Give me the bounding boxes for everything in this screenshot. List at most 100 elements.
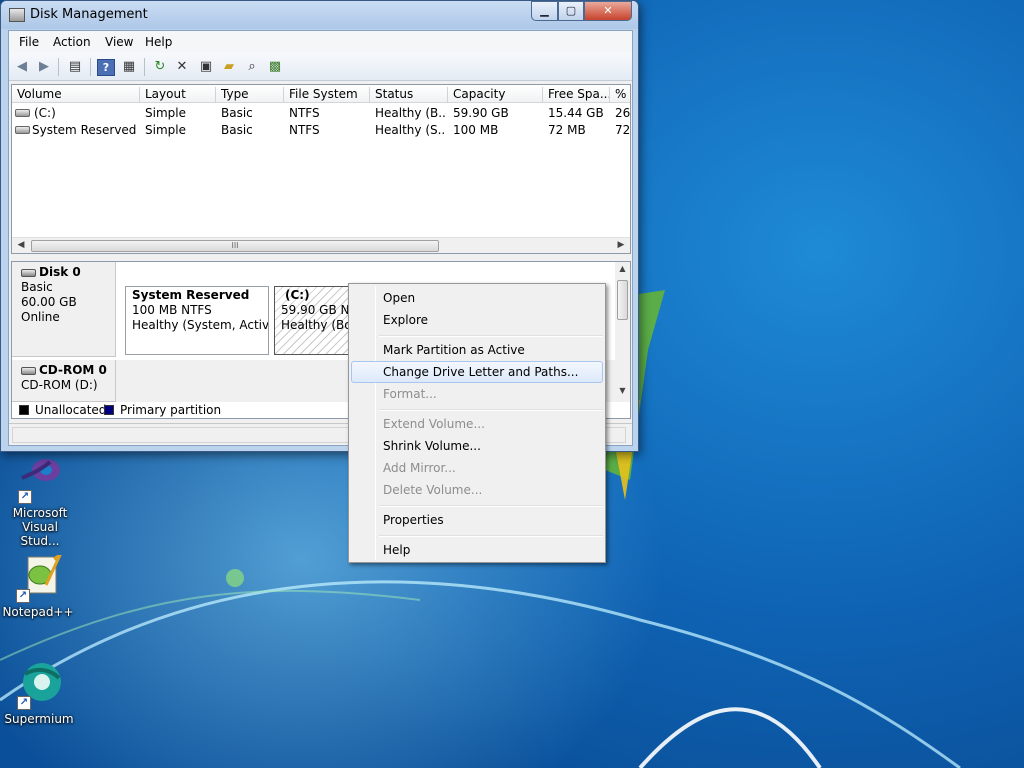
cell-percent-free: 26 [615, 106, 631, 120]
cdrom-0-info[interactable]: CD-ROM 0 CD-ROM (D:) [12, 360, 116, 402]
legend-primary: Primary partition [120, 403, 222, 417]
notepad-plus-plus-icon: ↗ [14, 550, 64, 603]
shortcut-arrow-icon: ↗ [16, 589, 30, 603]
column-header-type[interactable]: Type [216, 87, 284, 103]
cell-free-space: 15.44 GB [548, 106, 604, 120]
cell-status: Healthy (S... [375, 123, 445, 137]
column-header-percent-free[interactable]: % F [610, 87, 630, 103]
cdrom-type: CD-ROM (D:) [21, 378, 98, 392]
scroll-right-icon[interactable]: ▶ [614, 240, 628, 250]
menu-file[interactable]: File [19, 35, 39, 49]
cell-capacity: 59.90 GB [453, 106, 509, 120]
table-row[interactable]: (C:) Simple Basic NTFS Healthy (B... 59.… [12, 105, 630, 122]
legend-unallocated: Unallocated [35, 403, 107, 417]
desktop-icon-visual-studio[interactable]: ↗ Microsoft Visual Stud... [2, 456, 78, 548]
desktop-icon-notepad[interactable]: ↗ Notepad++ [0, 550, 76, 619]
cell-type: Basic [221, 123, 253, 137]
scroll-up-icon[interactable]: ▲ [615, 264, 630, 273]
cell-free-space: 72 MB [548, 123, 586, 137]
menu-bar: File Action View Help [9, 31, 632, 53]
forward-icon[interactable]: ▶ [35, 59, 53, 76]
column-header-free-space[interactable]: Free Spa... [543, 87, 610, 103]
menu-item-add-mirror: Add Mirror... [383, 461, 456, 475]
menu-action[interactable]: Action [53, 35, 91, 49]
cell-file-system: NTFS [289, 123, 320, 137]
console-tree-icon[interactable]: ▤ [66, 59, 84, 76]
menu-item-delete-volume: Delete Volume... [383, 483, 483, 497]
menu-item-explore[interactable]: Explore [351, 309, 603, 331]
menu-item-format: Format... [383, 387, 437, 401]
toolbar: ◀ ▶ ▤ ? ▦ ↻ ✕ ▣ ▰ ⌕ ▩ [9, 53, 632, 81]
desktop-icon-label: Microsoft Visual Stud... [12, 506, 68, 548]
maximize-button[interactable]: ▢ [558, 1, 584, 21]
disk-0-label: Disk 0 [21, 265, 115, 280]
column-header-volume[interactable]: Volume [12, 87, 140, 103]
close-button[interactable]: ✕ [584, 1, 632, 21]
desktop-icon-label: Notepad++ [2, 605, 74, 619]
disk-state: Online [21, 310, 60, 324]
help-icon[interactable]: ? [97, 59, 115, 76]
menu-help[interactable]: Help [145, 35, 172, 49]
delete-icon[interactable]: ✕ [173, 59, 191, 76]
hard-disk-icon [21, 269, 36, 277]
drive-icon [15, 109, 30, 117]
scroll-thumb[interactable] [617, 280, 628, 320]
column-header-status[interactable]: Status [370, 87, 448, 103]
vertical-scrollbar[interactable]: ▲ ▼ [615, 262, 630, 402]
unallocated-swatch [19, 405, 29, 415]
minimize-button[interactable]: ▁ [531, 1, 558, 21]
menu-item-properties[interactable]: Properties [351, 509, 603, 531]
shortcut-arrow-icon: ↗ [18, 490, 32, 504]
cdrom-icon [21, 367, 36, 375]
disk-type: Basic [21, 280, 53, 294]
cell-layout: Simple [145, 106, 186, 120]
menu-item-change-drive-letter[interactable]: Change Drive Letter and Paths... [351, 361, 603, 383]
context-menu: Open Explore Mark Partition as Active Ch… [348, 283, 606, 563]
scroll-thumb[interactable]: III [31, 240, 439, 252]
refresh-icon[interactable]: ↻ [151, 59, 169, 76]
supermium-icon: ↗ [15, 662, 63, 710]
scroll-down-icon[interactable]: ▼ [615, 386, 630, 395]
volume-list: Volume Layout Type File System Status Ca… [11, 84, 631, 254]
menu-item-shrink-volume[interactable]: Shrink Volume... [351, 435, 603, 457]
title-bar[interactable]: Disk Management ▁ ▢ ✕ [1, 1, 638, 29]
back-icon[interactable]: ◀ [13, 59, 31, 76]
table-row[interactable]: System Reserved Simple Basic NTFS Health… [12, 122, 630, 139]
scroll-left-icon[interactable]: ◀ [14, 240, 28, 250]
menu-item-open[interactable]: Open [351, 287, 603, 309]
partition-system-reserved[interactable]: System Reserved 100 MB NTFS Healthy (Sys… [125, 286, 269, 355]
window-title: Disk Management [30, 7, 148, 22]
disk-management-app-icon [9, 8, 25, 22]
disk-0-info[interactable]: Disk 0 Basic 60.00 GB Online [12, 262, 116, 357]
toolbar-separator [144, 58, 145, 76]
find-icon[interactable]: ⌕ [243, 59, 261, 76]
open-icon[interactable]: ▰ [220, 59, 238, 76]
column-header-capacity[interactable]: Capacity [448, 87, 543, 103]
settings-icon[interactable]: ▣ [197, 59, 215, 76]
drive-icon [15, 126, 30, 134]
menu-separator [379, 535, 603, 537]
column-header-layout[interactable]: Layout [140, 87, 216, 103]
disk-name: Disk 0 [39, 265, 81, 279]
cdrom-0-label: CD-ROM 0 [21, 363, 115, 378]
horizontal-scrollbar[interactable]: ◀ III ▶ [12, 237, 630, 253]
toolbar-separator [90, 58, 91, 76]
partition-size-fs: 100 MB NTFS [132, 303, 212, 317]
cell-volume: System Reserved [32, 123, 137, 137]
shortcut-arrow-icon: ↗ [17, 696, 31, 710]
partition-status: Healthy (System, Active, [132, 318, 269, 332]
cell-volume: (C:) [34, 106, 56, 120]
menu-item-extend-volume: Extend Volume... [383, 417, 485, 431]
rescan-icon[interactable]: ▩ [266, 59, 284, 76]
column-header-file-system[interactable]: File System [284, 87, 370, 103]
visual-studio-icon: ↗ [16, 456, 64, 504]
menu-item-help[interactable]: Help [351, 539, 603, 561]
desktop-icon-supermium[interactable]: ↗ Supermium [1, 662, 77, 726]
cell-percent-free: 72 [615, 123, 631, 137]
menu-separator [379, 505, 603, 507]
properties-icon[interactable]: ▦ [120, 59, 138, 76]
menu-item-mark-active[interactable]: Mark Partition as Active [351, 339, 603, 361]
volume-list-header: Volume Layout Type File System Status Ca… [12, 85, 630, 103]
menu-view[interactable]: View [105, 35, 133, 49]
cell-status: Healthy (B... [375, 106, 445, 120]
